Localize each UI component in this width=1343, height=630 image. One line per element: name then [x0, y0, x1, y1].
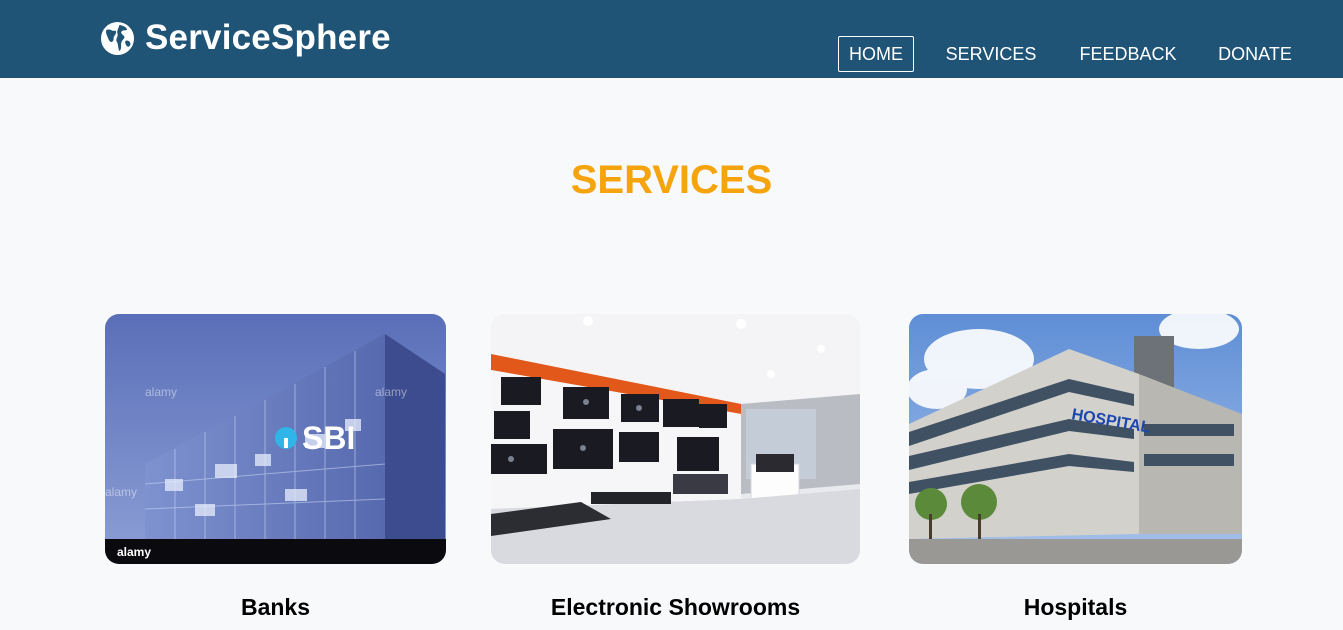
top-navbar: ServiceSphere HOME SERVICES FEEDBACK DON…	[0, 0, 1343, 78]
service-label-hospitals: Hospitals	[1023, 594, 1128, 620]
svg-text:alamy: alamy	[145, 385, 177, 399]
watermark-text: alamy	[117, 545, 151, 559]
electronic-showrooms-image[interactable]	[491, 314, 860, 564]
nav-link-services[interactable]: SERVICES	[938, 36, 1044, 72]
nav-link-home[interactable]: HOME	[838, 36, 914, 72]
service-label-electronic-showrooms: Electronic Showrooms	[550, 594, 801, 620]
service-label-banks: Banks	[240, 594, 311, 620]
svg-text:alamy: alamy	[105, 485, 137, 499]
svg-text:alamy: alamy	[375, 385, 407, 399]
nav-link-donate[interactable]: DONATE	[1210, 36, 1300, 72]
hospitals-image[interactable]: HOSPITAL	[909, 314, 1242, 564]
banks-image[interactable]: SBI alamy alamy alamy alamy	[105, 314, 446, 564]
services-section-title: SERVICES	[570, 158, 773, 202]
nav-link-feedback[interactable]: FEEDBACK	[1070, 36, 1186, 72]
sbi-logo-text: SBI	[302, 420, 355, 456]
main-nav: HOME SERVICES FEEDBACK DONATE	[0, 36, 1343, 72]
